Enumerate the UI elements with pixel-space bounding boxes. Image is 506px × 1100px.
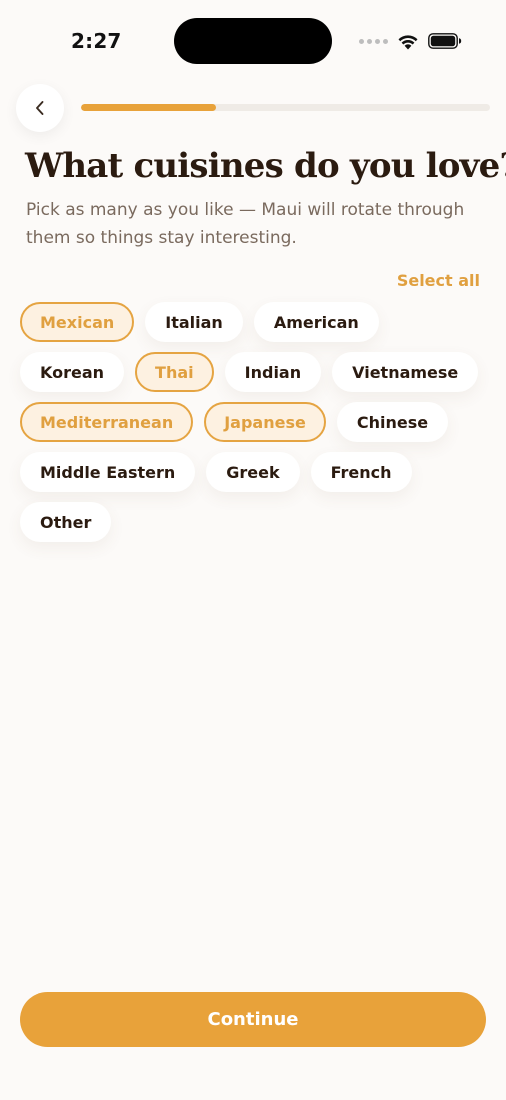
onboarding-cuisines-screen: 2:27 What cuisines do you love? Pick as … <box>0 0 506 1100</box>
dynamic-island <box>174 18 332 64</box>
cuisine-chip[interactable]: Mexican <box>20 302 135 342</box>
cuisine-chip[interactable]: Chinese <box>336 402 449 442</box>
progress-bar-fill <box>81 104 216 111</box>
cuisine-chip[interactable]: Vietnamese <box>332 352 479 392</box>
cuisine-chip[interactable]: Other <box>20 502 112 542</box>
page-title: What cuisines do you love? <box>25 146 506 186</box>
cuisine-chip[interactable]: American <box>253 302 379 342</box>
cuisine-chip[interactable]: Thai <box>135 352 214 392</box>
battery-icon <box>428 33 462 49</box>
chevron-left-icon <box>36 101 44 115</box>
wifi-icon <box>398 34 418 49</box>
status-time: 2:27 <box>71 29 122 53</box>
cuisine-chip[interactable]: Greek <box>206 452 300 492</box>
cuisine-chip[interactable]: Italian <box>145 302 243 342</box>
cuisine-chip[interactable]: French <box>310 452 412 492</box>
cuisine-chip[interactable]: Japanese <box>204 402 326 442</box>
cuisine-chip[interactable]: Indian <box>224 352 322 392</box>
onboarding-progress-bar <box>81 104 490 111</box>
select-all-button[interactable]: Select all <box>397 271 480 290</box>
signal-dots-icon <box>359 38 388 44</box>
cuisine-chip-list: Mexican Italian American Korean Thai Ind… <box>20 302 486 542</box>
status-icons <box>359 30 462 52</box>
status-bar: 2:27 <box>0 0 506 82</box>
page-subtitle: Pick as many as you like — Maui will rot… <box>26 200 465 248</box>
back-button[interactable] <box>16 84 64 132</box>
cuisine-chip[interactable]: Mediterranean <box>20 402 194 442</box>
cuisine-chip[interactable]: Middle Eastern <box>20 452 196 492</box>
continue-button[interactable]: Continue <box>20 992 486 1047</box>
cuisine-chip[interactable]: Korean <box>20 352 125 392</box>
